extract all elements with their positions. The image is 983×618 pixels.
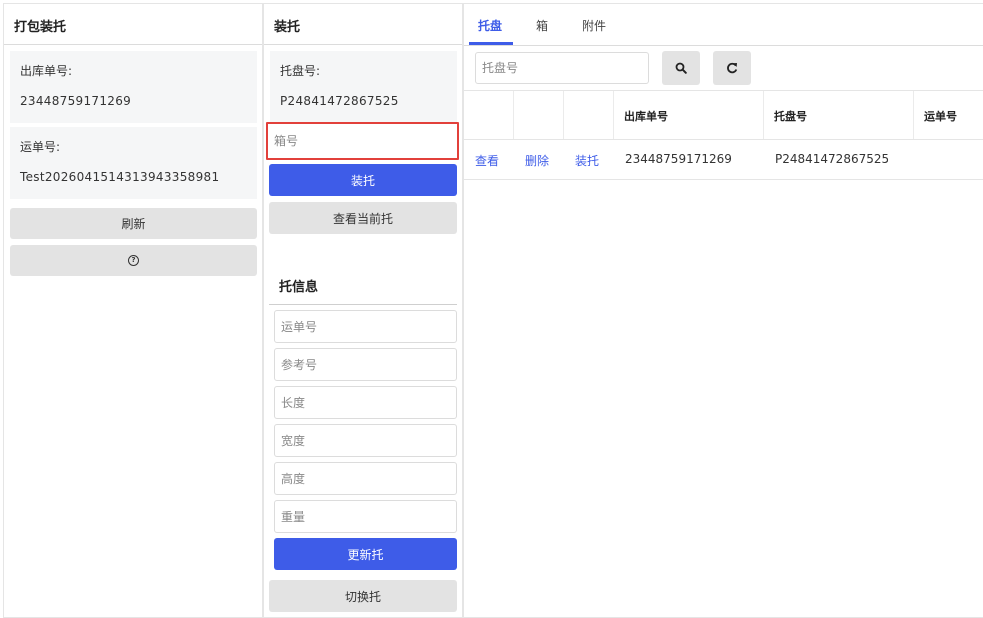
column-header-blank-3 bbox=[564, 91, 614, 139]
question-circle-icon: ? bbox=[128, 255, 139, 266]
switch-pallet-button[interactable]: 切换托 bbox=[269, 580, 457, 612]
refresh-icon bbox=[727, 62, 738, 74]
column-header-outbound: 出库单号 bbox=[614, 91, 764, 139]
pallet-search-input[interactable] bbox=[475, 52, 649, 84]
table-row: 查看 删除 装托 23448759171269 P24841472867525 bbox=[464, 140, 983, 180]
column-header-blank-2 bbox=[514, 91, 564, 139]
outbound-value: 23448759171269 bbox=[20, 94, 132, 108]
waybill-label: 运单号: bbox=[20, 140, 61, 154]
weight-field[interactable] bbox=[274, 500, 457, 533]
table-header: 出库单号 托盘号 运单号 bbox=[464, 90, 983, 140]
packing-panel-title: 打包装托 bbox=[4, 4, 262, 45]
active-tab-indicator bbox=[469, 42, 513, 45]
width-field[interactable] bbox=[274, 424, 457, 457]
column-header-blank-1 bbox=[464, 91, 514, 139]
load-link[interactable]: 装托 bbox=[575, 152, 599, 169]
pallet-info-title: 托信息 bbox=[279, 280, 319, 295]
tab-pallet[interactable]: 托盘 bbox=[478, 17, 502, 34]
height-field[interactable] bbox=[274, 462, 457, 495]
waybill-value: Test2026041514313943358981 bbox=[20, 170, 220, 184]
pallet-value: P24841472867525 bbox=[280, 94, 399, 108]
packing-panel: 打包装托 出库单号: 23448759171269 运单号: Test20260… bbox=[3, 3, 263, 618]
row-pallet-value: P24841472867525 bbox=[775, 152, 890, 166]
update-pallet-button[interactable]: 更新托 bbox=[274, 538, 457, 570]
view-current-pallet-button[interactable]: 查看当前托 bbox=[269, 202, 457, 234]
outbound-info-box: 出库单号: 23448759171269 bbox=[10, 51, 257, 123]
row-outbound-value: 23448759171269 bbox=[625, 152, 732, 166]
search-icon bbox=[675, 62, 687, 74]
waybill-info-box: 运单号: Test2026041514313943358981 bbox=[10, 127, 257, 199]
pallet-label: 托盘号: bbox=[280, 64, 321, 78]
pallet-panel: 装托 托盘号: P24841472867525 装托 查看当前托 托信息 更新托… bbox=[263, 3, 463, 618]
column-header-pallet: 托盘号 bbox=[764, 91, 914, 139]
pallet-info-divider bbox=[269, 304, 457, 305]
outbound-label: 出库单号: bbox=[20, 64, 73, 78]
tab-box[interactable]: 箱 bbox=[536, 17, 548, 34]
reference-field[interactable] bbox=[274, 348, 457, 381]
view-link[interactable]: 查看 bbox=[475, 152, 499, 169]
pallet-panel-title: 装托 bbox=[264, 4, 462, 45]
length-field[interactable] bbox=[274, 386, 457, 419]
search-button[interactable] bbox=[662, 51, 700, 85]
column-header-waybill: 运单号 bbox=[924, 110, 957, 123]
pallet-info-box: 托盘号: P24841472867525 bbox=[270, 51, 457, 123]
help-button[interactable]: ? bbox=[10, 245, 257, 276]
delete-link[interactable]: 删除 bbox=[525, 152, 549, 169]
tab-bar: 托盘 箱 附件 bbox=[464, 4, 983, 46]
waybill-field[interactable] bbox=[274, 310, 457, 343]
list-panel: 托盘 箱 附件 出库单号 托盘号 运单号 查看 删除 装托 2344875917… bbox=[463, 3, 983, 618]
load-pallet-button[interactable]: 装托 bbox=[269, 164, 457, 196]
reload-button[interactable] bbox=[713, 51, 751, 85]
refresh-button[interactable]: 刷新 bbox=[10, 208, 257, 239]
box-number-input[interactable] bbox=[266, 122, 459, 160]
tab-attachment[interactable]: 附件 bbox=[582, 17, 606, 34]
